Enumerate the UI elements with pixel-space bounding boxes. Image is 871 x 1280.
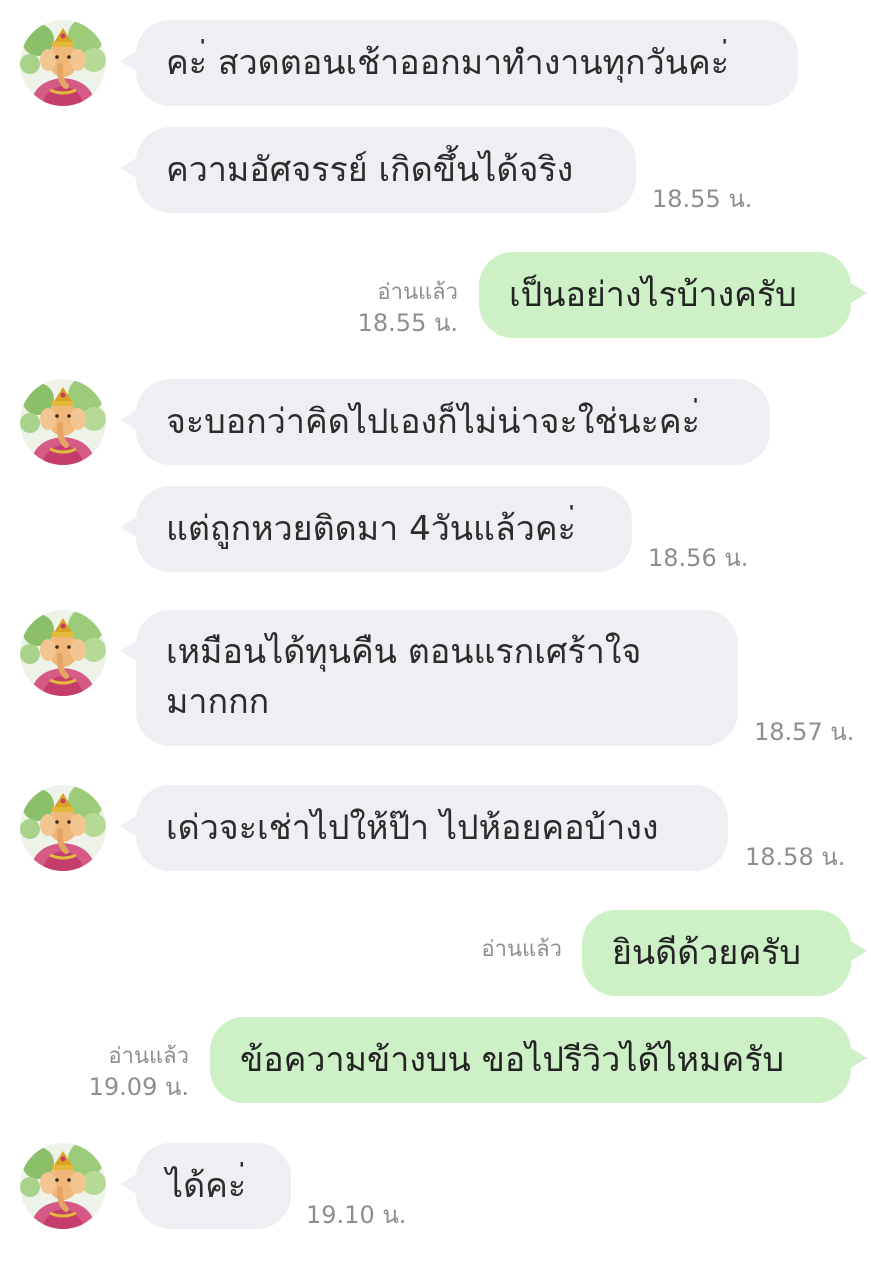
- read-receipt: อ่านแล้ว: [481, 937, 562, 962]
- message-bubble[interactable]: ได้คะ่: [120, 1143, 291, 1229]
- ganesha-avatar-icon[interactable]: [20, 20, 106, 106]
- message-bubble[interactable]: คะ่ สวดตอนเช้าออกมาทำงานทุกวันคะ่: [120, 20, 798, 106]
- message-bubble[interactable]: เด่วจะเช่าไปให้ป๊า ไปห้อยคอบ้างง: [120, 785, 728, 871]
- message-bubble[interactable]: จะบอกว่าคิดไปเองก็ไม่น่าจะใช่นะคะ่: [120, 379, 770, 465]
- message-timestamp: 19.09 น.: [88, 1073, 189, 1101]
- message-bubble[interactable]: แต่ถูกหวยติดมา 4วันแล้วคะ่: [120, 486, 632, 572]
- message-timestamp: 18.56 น.: [648, 544, 749, 572]
- ganesha-avatar-icon[interactable]: [20, 379, 106, 465]
- message-bubble[interactable]: เหมือนได้ทุนคืน ตอนแรกเศร้าใจ มากกก: [120, 610, 738, 746]
- message-timestamp: 18.58 น.: [745, 843, 846, 871]
- read-receipt: อ่านแล้ว: [377, 280, 458, 305]
- message-status: อ่านแล้ว 18.55 น.: [358, 278, 458, 338]
- message-timestamp: 18.55 น.: [652, 185, 753, 213]
- message-timestamp: 19.10 น.: [306, 1201, 407, 1229]
- ganesha-avatar-icon[interactable]: [20, 610, 106, 696]
- read-receipt: อ่านแล้ว: [108, 1044, 189, 1069]
- message-bubble[interactable]: ความอัศจรรย์ เกิดขึ้นได้จริง: [120, 127, 636, 213]
- ganesha-avatar-icon[interactable]: [20, 1143, 106, 1229]
- message-bubble[interactable]: ข้อความข้างบน ขอไปรีวิวได้ไหมครับ: [210, 1017, 867, 1103]
- message-timestamp: 18.55 น.: [357, 309, 458, 337]
- message-timestamp: 18.57 น.: [754, 718, 855, 746]
- message-status: อ่านแล้ว 19.09 น.: [89, 1042, 189, 1102]
- message-status: อ่านแล้ว: [481, 935, 562, 965]
- ganesha-avatar-icon[interactable]: [20, 785, 106, 871]
- message-bubble[interactable]: ยินดีด้วยครับ: [582, 910, 867, 996]
- message-bubble[interactable]: เป็นอย่างไรบ้างครับ: [479, 252, 867, 338]
